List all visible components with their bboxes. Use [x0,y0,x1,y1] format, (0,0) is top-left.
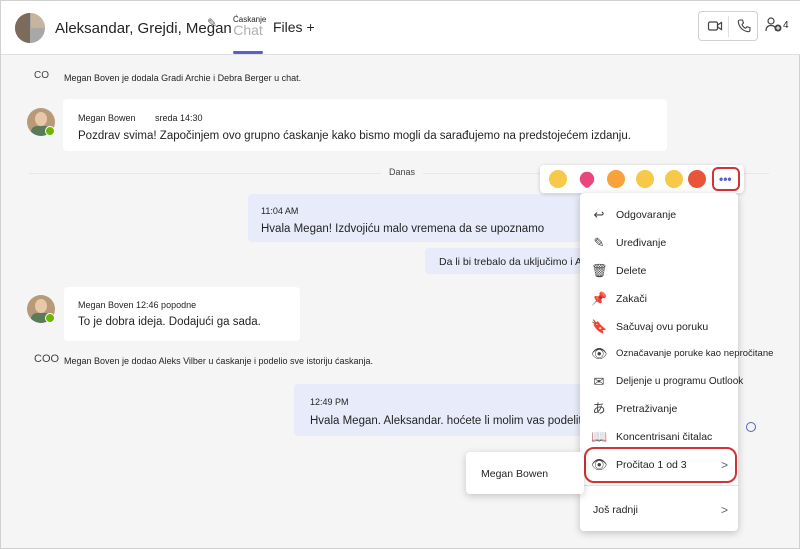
chat-title[interactable]: Aleksandar, Grejdi, Megan [55,20,232,37]
message-text: Da li bi trebalo da uključimo i A [439,256,582,268]
system-message: Megan Boven je dodao Aleks Vilber u ćask… [64,356,374,366]
group-avatar[interactable] [15,13,45,43]
menu-item-label: Delete [616,265,647,277]
message-text: Pozdrav svima! Započinjem ovo grupno ćas… [78,130,631,142]
translate-icon: あ [592,401,606,416]
heart-reaction-icon[interactable] [576,168,598,190]
call-buttons [698,11,758,41]
read-by-submenu: Megan Bowen [466,452,584,494]
reader-name[interactable]: Megan Bowen [481,468,548,480]
my-message-bubble[interactable]: 12:49 PM Hvala Megan. Aleksandar. hoćete… [294,384,586,436]
menu-divider [580,485,738,486]
participants-count: 4 [783,20,789,31]
menu-item-label: Deljenje u programu Outlook [616,376,744,387]
edit-name-icon[interactable]: ✎ [207,16,217,30]
menu-item-translate[interactable]: あ Pretraživanje [580,397,738,421]
presence-available-icon [45,313,55,323]
chat-header: Aleksandar, Grejdi, Megan ✎ Ćaskanje Cha… [1,1,800,55]
message-author: Megan Boven 12:46 popodne [78,300,197,310]
message-text: Hvala Megan! Izdvojiću malo vremena da s… [261,223,545,235]
unread-icon: 👁 [591,346,608,361]
read-receipt-icon[interactable] [746,422,756,432]
menu-item-label: Uređivanje [616,237,667,249]
video-call-icon[interactable] [707,18,723,34]
message-timestamp-group: 11:04 AM [261,206,298,216]
tab-chat[interactable]: Ćaskanje Chat [233,15,266,38]
menu-item-pin[interactable]: 📌 Zakači [580,287,738,311]
call-buttons-divider [728,16,729,37]
message-author: Megan Bowen [78,113,136,123]
presence-available-icon [45,126,55,136]
menu-item-label: Označavanje poruke kao nepročitane [616,348,774,359]
more-dots-icon: ••• [719,172,732,186]
menu-item-label: Pretraživanje [616,403,678,415]
message-bubble[interactable]: Megan Boven 12:46 popodne To je dobra id… [64,287,300,341]
audio-call-icon[interactable] [736,18,752,34]
active-tab-indicator [233,51,263,54]
immersive-reader-icon: 📖 [591,429,608,444]
menu-item-label: Koncentrisani čitalac [616,431,713,443]
my-message-bubble[interactable]: Da li bi trebalo da uključimo i A [425,248,586,274]
chevron-right-icon: > [720,503,728,517]
menu-item-share-outlook[interactable]: ✉ Deljenje u programu Outlook [580,370,744,394]
menu-item-immersive-reader[interactable]: 📖 Koncentrisani čitalac [580,425,738,449]
tab-files-label: Files [273,19,303,35]
participants-icon[interactable] [765,16,783,34]
sad-reaction-icon[interactable] [665,170,683,188]
mail-icon: ✉ [593,374,605,389]
message-text: Hvala Megan. Aleksandar. hoćete li molim… [310,415,586,427]
laugh-reaction-icon[interactable] [607,170,625,188]
more-options-button[interactable]: ••• [712,167,740,191]
message-timestamp: 11:04 [261,206,283,216]
pin-icon: 📌 [591,291,608,306]
message-bubble[interactable]: Megan Bowen sreda 14:30 Pozdrav svima! Z… [63,99,667,151]
system-message: Megan Boven je dodala Gradi Archie i Deb… [64,73,302,83]
read-by-highlight [584,447,737,483]
message-timestamp: 12:49 PM [310,397,349,407]
menu-item-label: Sačuvaj ovu poruku [616,321,709,333]
tab-files[interactable]: Files + [273,19,315,35]
date-divider-label: Danas [381,167,424,177]
menu-item-label: Još radnji [593,504,638,516]
reply-icon: ↩ [593,207,605,222]
menu-item-delete[interactable]: 🗑 Delete [580,259,738,283]
bookmark-icon: 🔖 [591,319,608,334]
surprised-reaction-icon[interactable] [636,170,654,188]
system-message-icon: COO [34,353,60,365]
menu-item-label: Odgovaranje [616,209,677,221]
menu-item-mark-unread[interactable]: 👁 Označavanje poruke kao nepročitane [580,342,773,366]
add-tab-button[interactable]: + [306,19,314,35]
message-timestamp: sreda 14:30 [155,113,203,123]
menu-item-save[interactable]: 🔖 Sačuvaj ovu poruku [580,315,738,339]
my-message-bubble[interactable]: 11:04 AM Hvala Megan! Izdvojiću malo vre… [248,194,586,242]
message-timestamp-suffix: AM [284,206,299,216]
system-message-icon: CO [34,70,49,81]
edit-icon: ✎ [593,235,605,250]
menu-item-reply[interactable]: ↩ Odgovaranje [580,203,738,227]
delete-icon: 🗑 [591,263,608,278]
angry-reaction-icon[interactable] [688,170,706,188]
tab-chat-ghost-label: Chat [233,22,263,38]
menu-item-edit[interactable]: ✎ Uređivanje [580,231,738,255]
like-reaction-icon[interactable] [549,170,567,188]
menu-item-label: Zakači [616,293,647,305]
message-text: To je dobra ideja. Dodajući ga sada. [78,316,261,328]
menu-item-more-actions[interactable]: Još radnji > [580,498,738,522]
